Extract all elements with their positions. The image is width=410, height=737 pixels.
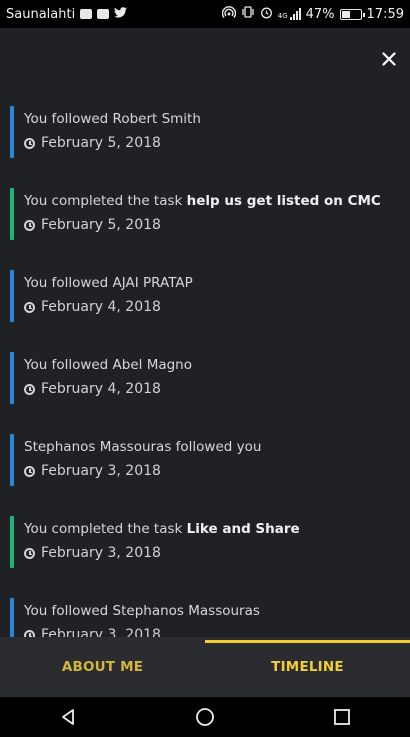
timeline-panel[interactable]: You followed Robert Smith February 5, 20… (0, 28, 410, 637)
timeline-item: You completed the task help us get liste… (10, 188, 410, 242)
home-icon[interactable] (185, 703, 225, 731)
signal-icon: 4G (278, 8, 301, 20)
timeline-text: You followed Robert Smith (24, 111, 201, 127)
battery-icon (339, 8, 365, 20)
timeline-date: February 4, 2018 (41, 381, 161, 397)
timeline-text: Stephanos Massouras followed you (24, 439, 262, 455)
close-icon[interactable] (379, 50, 399, 70)
notes-icon (97, 9, 110, 19)
timeline-item: You followed Robert Smith February 5, 20… (10, 106, 410, 160)
timeline-text: You followed Stephanos Massouras (24, 603, 260, 619)
clock-time: 17:59 (366, 6, 404, 22)
network-label: 4G (277, 12, 288, 20)
timeline-accent-bar (10, 434, 14, 486)
clock-icon (24, 301, 35, 313)
timeline-date: February 4, 2018 (41, 299, 161, 315)
recents-icon[interactable] (322, 703, 362, 731)
status-bar: Saunalahti 4G 47% 17:59 (0, 0, 410, 28)
timeline-accent-bar (10, 106, 14, 158)
timeline-item: Stephanos Massouras followed you Februar… (10, 434, 410, 488)
vibrate-icon (241, 6, 255, 22)
clock-icon (24, 219, 35, 231)
timeline-list: You followed Robert Smith February 5, 20… (10, 106, 410, 637)
clock-icon (24, 465, 35, 477)
clock-icon (24, 547, 35, 559)
clock-icon (24, 383, 35, 395)
calendar-icon (80, 9, 93, 19)
timeline-date: February 5, 2018 (41, 217, 161, 233)
carrier-name: Saunalahti (6, 6, 76, 22)
timeline-date: February 3, 2018 (41, 627, 161, 637)
timeline-item: You followed Stephanos Massouras Februar… (10, 598, 410, 637)
timeline-date: February 3, 2018 (41, 545, 161, 561)
timeline-date: February 5, 2018 (41, 135, 161, 151)
profile-tabs: ABOUT ME TIMELINE (0, 637, 410, 697)
timeline-item: You followed Abel Magno February 4, 2018 (10, 352, 410, 406)
timeline-accent-bar (10, 270, 14, 322)
clock-icon (24, 137, 35, 149)
alarm-icon (260, 6, 273, 23)
hotspot-icon (221, 6, 236, 22)
timeline-accent-bar (10, 188, 14, 240)
clock-icon (24, 629, 35, 637)
timeline-item: You completed the task Like and Share Fe… (10, 516, 410, 570)
timeline-text: You completed the task help us get liste… (24, 193, 381, 209)
tab-timeline[interactable]: TIMELINE (205, 637, 410, 697)
android-nav-bar (0, 697, 410, 737)
battery-level (341, 10, 350, 18)
back-icon[interactable] (48, 703, 88, 731)
battery-percent: 47% (305, 6, 335, 22)
tab-about-me[interactable]: ABOUT ME (0, 637, 205, 697)
timeline-accent-bar (10, 598, 14, 637)
timeline-accent-bar (10, 516, 14, 568)
timeline-text: You followed Abel Magno (24, 357, 192, 373)
timeline-text: You completed the task Like and Share (24, 521, 300, 537)
twitter-icon (114, 6, 128, 22)
timeline-item: You followed AJAI PRATAP February 4, 201… (10, 270, 410, 324)
timeline-accent-bar (10, 352, 14, 404)
timeline-date: February 3, 2018 (41, 463, 161, 479)
timeline-text: You followed AJAI PRATAP (24, 275, 193, 291)
